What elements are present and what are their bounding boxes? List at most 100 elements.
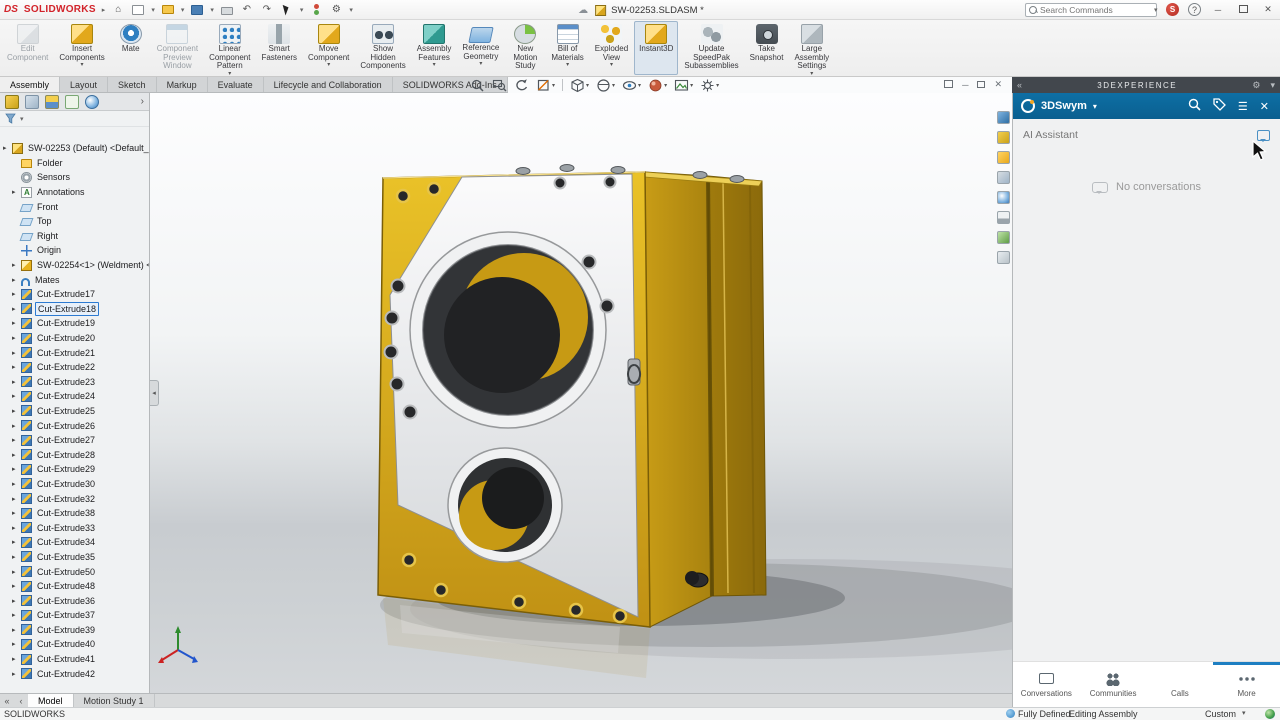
graphics-viewport[interactable]: ◂ [150, 93, 1012, 694]
command-tab[interactable]: Sketch [108, 77, 157, 92]
expand-arrow-icon[interactable]: ▸ [12, 524, 21, 532]
feature-tree-item[interactable]: ▸ Cut-Extrude32 [0, 491, 149, 506]
expand-arrow-icon[interactable]: ▸ [12, 349, 21, 357]
expand-arrow-icon[interactable]: ▸ [12, 670, 21, 678]
doc-restore-icon[interactable] [977, 80, 985, 90]
panel-collapse-icon[interactable]: « [1012, 80, 1027, 90]
expand-arrow-icon[interactable]: ▸ [12, 568, 21, 576]
tag-icon[interactable] [1210, 98, 1229, 114]
save-caret-icon[interactable]: ▾ [210, 6, 214, 14]
expand-arrow-icon[interactable]: ▸ [12, 261, 21, 269]
expand-arrow-icon[interactable]: ▸ [12, 640, 21, 648]
feature-tree-item[interactable]: ▸ Mates [0, 272, 149, 287]
ribbon-button[interactable]: Exploded View ▾ [590, 21, 633, 75]
view-settings-caret-icon[interactable]: ▾ [716, 82, 719, 89]
forum-icon[interactable] [997, 251, 1010, 264]
ribbon-button[interactable]: Component Preview Window ▾ [152, 21, 203, 75]
tab-scroll-left-icon[interactable]: « [0, 694, 14, 707]
expand-arrow-icon[interactable]: ▸ [12, 319, 21, 327]
feature-tree-item[interactable]: ▸ Cut-Extrude34 [0, 535, 149, 550]
expand-arrow-icon[interactable]: ▸ [12, 495, 21, 503]
search-caret-icon[interactable]: ▾ [1154, 6, 1158, 14]
panel-collapse-handle[interactable]: ◂ [150, 380, 159, 406]
feature-tree-item[interactable]: ▸ Cut-Extrude39 [0, 623, 149, 638]
expand-arrow-icon[interactable]: ▸ [12, 422, 21, 430]
command-tab[interactable]: Layout [60, 77, 108, 92]
hide-show-items-icon[interactable]: ▾ [622, 78, 641, 93]
3dswym-app-title[interactable]: 3DSwym [1041, 100, 1087, 112]
feature-tree-item[interactable]: ▸ Cut-Extrude18 [0, 302, 149, 317]
feature-tree-item[interactable]: ▸ Cut-Extrude36 [0, 593, 149, 608]
expand-arrow-icon[interactable]: ▸ [12, 363, 21, 371]
view-palette-icon[interactable] [997, 171, 1010, 184]
propertymanager-tab-icon[interactable] [25, 95, 39, 109]
help-icon[interactable]: ? [1188, 3, 1201, 16]
zoom-to-fit-icon[interactable] [470, 78, 485, 93]
feature-tree-item[interactable]: ▸ Folder [0, 156, 149, 171]
ribbon-button[interactable]: Mate ▾ [111, 21, 151, 75]
units-caret-icon[interactable]: ▾ [1242, 709, 1246, 717]
feature-tree-item[interactable]: ▸ Cut-Extrude23 [0, 375, 149, 390]
new-caret-icon[interactable]: ▾ [151, 6, 155, 14]
ribbon-button[interactable]: Assembly Features ▾ [412, 21, 457, 75]
feature-tree-item[interactable]: ▸ Cut-Extrude33 [0, 520, 149, 535]
ribbon-button[interactable]: Update SpeedPak Subassemblies ▾ [679, 21, 743, 75]
feature-tree-item[interactable]: ▸ Cut-Extrude25 [0, 404, 149, 419]
options-caret-icon[interactable]: ▾ [349, 6, 353, 14]
expand-arrow-icon[interactable]: ▸ [12, 188, 21, 196]
expand-arrow-icon[interactable]: ▸ [12, 392, 21, 400]
section-view-icon[interactable]: ▾ [536, 78, 555, 93]
edit-appearance-caret-icon[interactable]: ▾ [664, 82, 667, 89]
swym-tab[interactable]: More [1213, 662, 1280, 707]
ribbon-button[interactable]: Large Assembly Settings ▾ [789, 21, 834, 75]
feature-tree-item[interactable]: ▸ Cut-Extrude37 [0, 608, 149, 623]
feature-tree-item[interactable]: ▸ Cut-Extrude40 [0, 637, 149, 652]
view-orientation-caret-icon[interactable]: ▾ [586, 82, 589, 89]
feature-tree-item[interactable]: ▸ SW-02254<1> (Weldment) <W [0, 258, 149, 273]
expand-arrow-icon[interactable]: ▸ [12, 538, 21, 546]
doc-close-icon[interactable]: ✕ [994, 79, 1002, 90]
feature-tree-item[interactable]: ▸ Cut-Extrude21 [0, 345, 149, 360]
apply-scene-icon[interactable]: ▾ [674, 78, 693, 93]
command-tab[interactable]: Evaluate [208, 77, 264, 92]
ribbon-button[interactable]: Show Hidden Components ▾ [355, 21, 410, 75]
panel-close-icon[interactable]: ✕ [1257, 100, 1272, 113]
expand-arrow-icon[interactable]: ▸ [12, 611, 21, 619]
save-icon[interactable] [190, 3, 204, 16]
feature-tree-item[interactable]: ▸ Cut-Extrude41 [0, 652, 149, 667]
apply-scene-caret-icon[interactable]: ▾ [690, 82, 693, 89]
select-caret-icon[interactable]: ▾ [300, 6, 304, 14]
document-tab[interactable]: Model [28, 694, 74, 707]
expand-arrow-icon[interactable]: ▸ [12, 465, 21, 473]
select-cursor-icon[interactable] [280, 3, 294, 16]
expand-arrow-icon[interactable]: ▸ [12, 290, 21, 298]
expand-arrow-icon[interactable]: ▸ [12, 582, 21, 590]
file-explorer-icon[interactable] [997, 151, 1010, 164]
command-tab[interactable]: Assembly [0, 77, 60, 92]
ribbon-button[interactable]: Instant3D ▾ [634, 21, 678, 75]
user-avatar[interactable]: S [1166, 3, 1179, 16]
panel-expand-chevron-icon[interactable]: › [141, 96, 144, 107]
command-search[interactable]: ▾ [1025, 3, 1157, 17]
expand-arrow-icon[interactable]: ▸ [12, 378, 21, 386]
ribbon-button[interactable]: Move Component ▾ [303, 21, 354, 75]
feature-tree-item[interactable]: ▸ Front [0, 199, 149, 214]
feature-tree-item[interactable]: ▸ Top [0, 214, 149, 229]
feature-tree-item[interactable]: ▸ Cut-Extrude48 [0, 579, 149, 594]
expand-arrow-icon[interactable]: ▸ [12, 626, 21, 634]
3dexperience-resources-icon[interactable] [997, 111, 1010, 124]
expand-arrow-icon[interactable]: ▸ [12, 509, 21, 517]
restore-button[interactable] [1235, 5, 1251, 15]
feature-tree-item[interactable]: ▸ Cut-Extrude50 [0, 564, 149, 579]
feature-tree-item[interactable]: ▸ Cut-Extrude24 [0, 389, 149, 404]
feature-tree-item[interactable]: ▸ Cut-Extrude29 [0, 462, 149, 477]
redo-icon[interactable]: ↷ [260, 3, 274, 16]
zoom-to-area-icon[interactable] [492, 78, 507, 93]
swym-tab[interactable]: Conversations [1013, 662, 1080, 707]
expand-arrow-icon[interactable]: ▸ [12, 276, 21, 284]
home-icon[interactable]: ⌂ [111, 3, 125, 16]
ribbon-button[interactable]: Insert Components ▾ [54, 21, 109, 75]
filter-caret-icon[interactable]: ▾ [20, 115, 24, 123]
expand-arrow-icon[interactable]: ▸ [12, 553, 21, 561]
expand-arrow-icon[interactable]: ▸ [12, 451, 21, 459]
